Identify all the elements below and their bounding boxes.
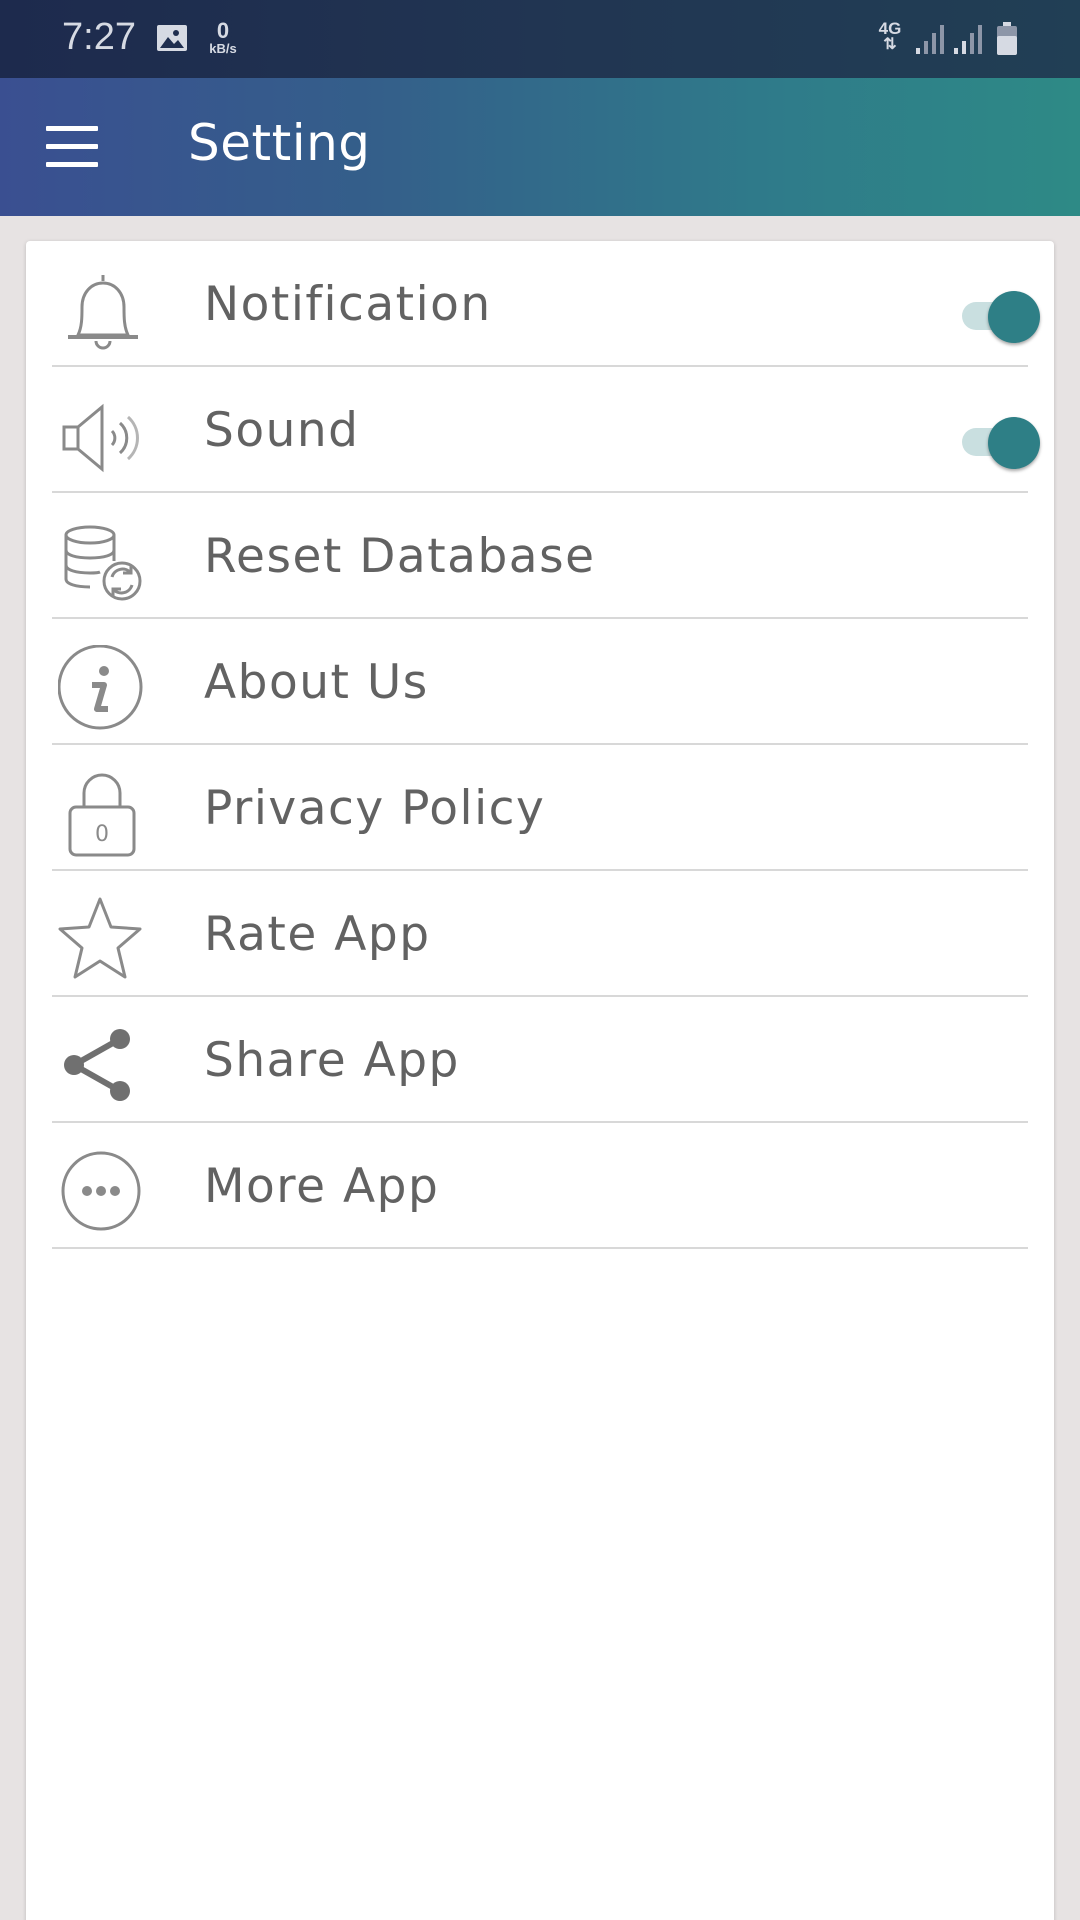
settings-item-notification[interactable]: Notification: [52, 241, 1040, 367]
lock-icon: 0: [68, 773, 136, 857]
signal-strength-icon: [916, 25, 944, 54]
share-icon: [64, 1029, 130, 1101]
settings-item-rate-app[interactable]: Rate App: [52, 871, 1028, 997]
bell-icon: [68, 275, 138, 350]
hamburger-icon-line: [46, 162, 98, 167]
toggle-knob: [988, 417, 1040, 469]
data-activity-icon: ⇅: [883, 36, 897, 53]
battery-icon: [997, 22, 1017, 55]
sound-toggle[interactable]: [958, 413, 1042, 469]
settings-item-label: Sound: [204, 403, 360, 458]
hamburger-icon: [46, 126, 98, 131]
page-title: Setting: [188, 114, 371, 172]
settings-item-label: Rate App: [204, 907, 431, 962]
info-icon: [58, 645, 143, 730]
settings-item-label: More App: [204, 1159, 440, 1214]
network-type-label: 4G: [878, 19, 902, 38]
settings-item-label: About Us: [204, 655, 429, 710]
signal-strength-icon-sim2: [954, 25, 982, 54]
toggle-knob: [988, 291, 1040, 343]
settings-item-more-app[interactable]: More App: [52, 1123, 1028, 1249]
data-speed-indicator: 0 kB/s: [206, 18, 240, 56]
status-bar: 7:27 0 kB/s 4G ⇅: [0, 0, 1080, 78]
speaker-icon: [62, 403, 139, 473]
svg-text:0: 0: [95, 822, 109, 847]
settings-item-privacy-policy[interactable]: 0 Privacy Policy: [52, 745, 1028, 871]
hamburger-icon-line: [46, 144, 98, 149]
network-type-indicator: 4G ⇅: [874, 20, 906, 53]
notification-toggle[interactable]: [958, 287, 1042, 343]
settings-item-label: Privacy Policy: [204, 781, 546, 836]
settings-item-about-us[interactable]: About Us: [52, 619, 1028, 745]
settings-card: Notification Sound Reset Database About …: [26, 241, 1054, 1920]
settings-item-sound[interactable]: Sound: [52, 367, 1040, 493]
settings-item-label: Reset Database: [204, 529, 596, 584]
data-speed-unit: kB/s: [209, 41, 237, 56]
data-speed-value: 0: [216, 18, 230, 43]
database-refresh-icon: [64, 525, 142, 601]
status-time: 7:27: [62, 16, 136, 58]
settings-item-label: Notification: [204, 277, 492, 332]
settings-item-label: Share App: [204, 1033, 460, 1088]
more-dots-icon: [61, 1151, 141, 1231]
app-bar: Setting: [0, 78, 1080, 216]
gallery-notification-icon: [157, 25, 187, 51]
settings-item-share-app[interactable]: Share App: [52, 997, 1028, 1123]
star-icon: [58, 897, 142, 979]
menu-button[interactable]: [46, 126, 98, 168]
settings-item-reset-database[interactable]: Reset Database: [52, 493, 1028, 619]
